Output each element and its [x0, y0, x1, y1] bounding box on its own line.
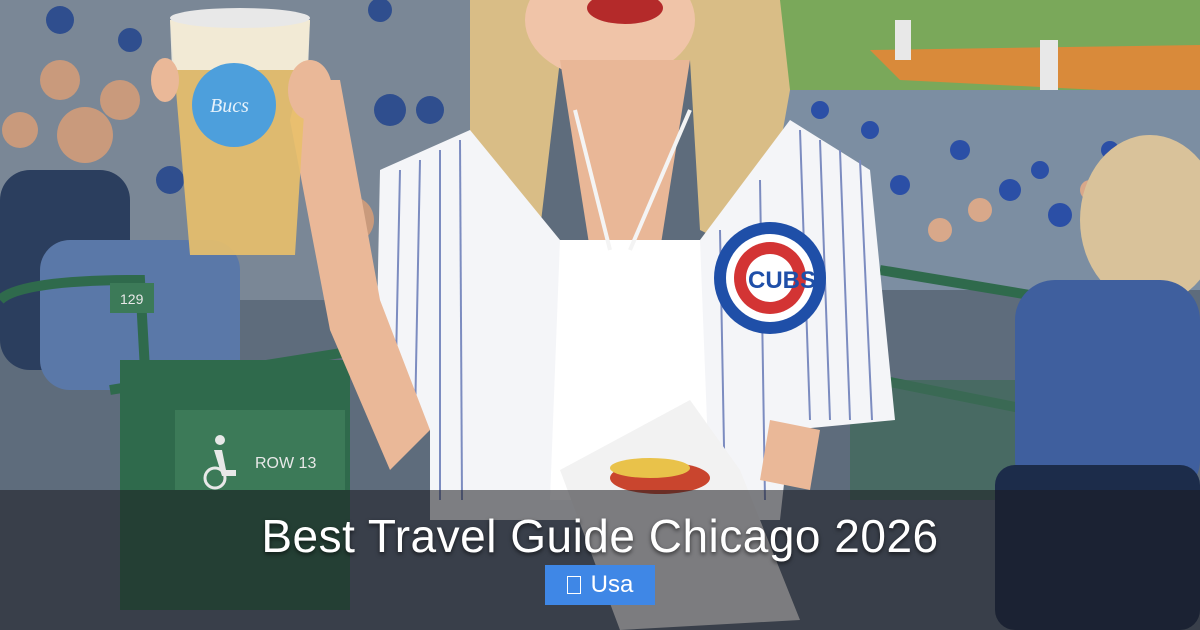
cubs-logo: CUBS — [714, 222, 826, 334]
jersey-logo-text: CUBS — [748, 267, 816, 294]
category-tag[interactable]: Usa — [545, 565, 655, 605]
beer-cup: Bucs — [170, 8, 310, 255]
seat-number: 129 — [120, 291, 144, 307]
tag-icon — [566, 576, 581, 594]
cup-logo-text: Bucs — [210, 95, 249, 117]
page-title: Best Travel Guide Chicago 2026 — [261, 510, 939, 562]
row-label: ROW 13 — [255, 455, 316, 472]
category-tag-label: Usa — [590, 571, 634, 598]
